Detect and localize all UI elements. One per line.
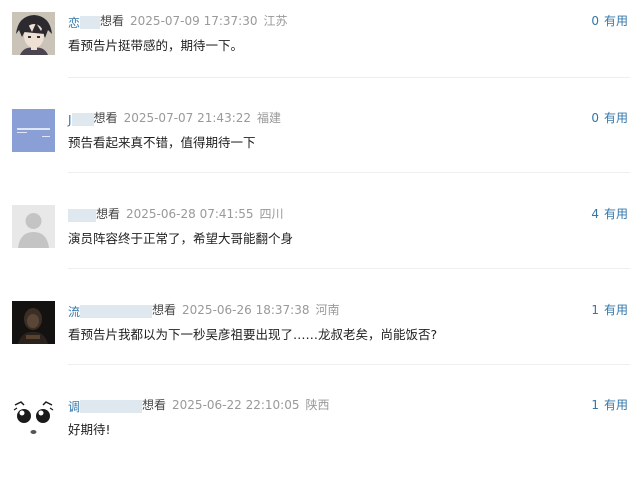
- comment-meta: 想看 2025-06-28 07:41:55 四川: [68, 205, 283, 223]
- comment-text: 演员阵容终于正常了，希望大哥能翻个身: [68, 231, 294, 246]
- comment-time[interactable]: 2025-06-22 22:10:05: [172, 398, 299, 412]
- status-label: 想看: [152, 303, 177, 317]
- username-link[interactable]: J: [68, 111, 94, 127]
- divider: [68, 172, 630, 173]
- comment-item: 想看 2025-06-28 07:41:55 四川 演员阵容终于正常了，希望大哥能翻…: [0, 193, 640, 289]
- comment-item: 流 想看 2025-06-26 18:37:38 河南 看预告片我都以为下一秒吴彦祖…: [0, 289, 640, 385]
- comment-location: 河南: [315, 303, 340, 317]
- blue-text-avatar-icon[interactable]: [12, 109, 55, 152]
- status-label: 想看: [100, 14, 125, 28]
- comment-time[interactable]: 2025-06-26 18:37:38: [182, 303, 309, 317]
- useful-button[interactable]: 有用: [604, 303, 628, 317]
- username-text: 调: [68, 400, 81, 414]
- comment-location: 四川: [259, 207, 284, 221]
- status-label: 想看: [96, 207, 121, 221]
- comment-meta: J 想看 2025-07-07 21:43:22 福建: [68, 109, 281, 127]
- anime-character-avatar-icon[interactable]: [12, 12, 55, 55]
- username-blur: [68, 209, 96, 222]
- useful-button[interactable]: 有用: [604, 207, 628, 221]
- comment-meta: 调 想看 2025-06-22 22:10:05 陕西: [68, 396, 330, 414]
- comment-location: 江苏: [263, 14, 288, 28]
- comment-item: 恋 想看 2025-07-09 17:37:30 江苏 看预告片挺带感的，期待一下。…: [0, 0, 640, 96]
- comment-time[interactable]: 2025-06-28 07:41:55: [126, 207, 253, 221]
- vote-count: 4: [591, 207, 599, 221]
- status-label: 想看: [142, 398, 167, 412]
- useful-button[interactable]: 有用: [604, 14, 628, 28]
- username-link[interactable]: 恋: [68, 14, 101, 30]
- vote-count: 0: [591, 111, 599, 125]
- vote-area: 4 有用: [591, 205, 628, 223]
- username-blur: [80, 400, 143, 413]
- username-blur: [71, 113, 94, 126]
- username-link[interactable]: [68, 207, 96, 222]
- comment-text: 预告看起来真不错，值得期待一下: [68, 135, 256, 150]
- vote-area: 1 有用: [591, 396, 628, 414]
- username-text: 流: [68, 305, 81, 319]
- useful-button[interactable]: 有用: [604, 111, 628, 125]
- comment-meta: 流 想看 2025-06-26 18:37:38 河南: [68, 301, 340, 319]
- useful-button[interactable]: 有用: [604, 398, 628, 412]
- comment-location: 福建: [257, 111, 282, 125]
- vote-count: 1: [591, 303, 599, 317]
- divider: [68, 364, 630, 365]
- divider: [68, 268, 630, 269]
- vote-area: 1 有用: [591, 301, 628, 319]
- vote-count: 0: [591, 14, 599, 28]
- comment-text: 看预告片挺带感的，期待一下。: [68, 38, 244, 53]
- divider: [68, 77, 630, 78]
- comment-time[interactable]: 2025-07-09 17:37:30: [130, 14, 257, 28]
- comment-time[interactable]: 2025-07-07 21:43:22: [124, 111, 251, 125]
- dark-portrait-avatar-icon[interactable]: [12, 301, 55, 344]
- comment-text: 看预告片我都以为下一秒吴彦祖要出现了……龙叔老矣，尚能饭否?: [68, 327, 438, 342]
- comment-item: 调 想看 2025-06-22 22:10:05 陕西 好期待! 1 有用: [0, 384, 640, 480]
- default-user-avatar-icon[interactable]: [12, 205, 55, 248]
- comment-meta: 恋 想看 2025-07-09 17:37:30 江苏: [68, 12, 288, 30]
- comment-location: 陕西: [305, 398, 330, 412]
- comment-text: 好期待!: [68, 422, 111, 437]
- cartoon-face-avatar-icon[interactable]: [12, 396, 55, 439]
- username-text: 恋: [68, 16, 81, 30]
- vote-count: 1: [591, 398, 599, 412]
- username-blur: [80, 16, 101, 29]
- username-link[interactable]: 流: [68, 303, 153, 319]
- vote-area: 0 有用: [591, 12, 628, 30]
- username-blur: [80, 305, 153, 318]
- status-label: 想看: [93, 111, 118, 125]
- vote-area: 0 有用: [591, 109, 628, 127]
- username-link[interactable]: 调: [68, 398, 143, 414]
- comment-item: J 想看 2025-07-07 21:43:22 福建 预告看起来真不错，值得期待一…: [0, 97, 640, 193]
